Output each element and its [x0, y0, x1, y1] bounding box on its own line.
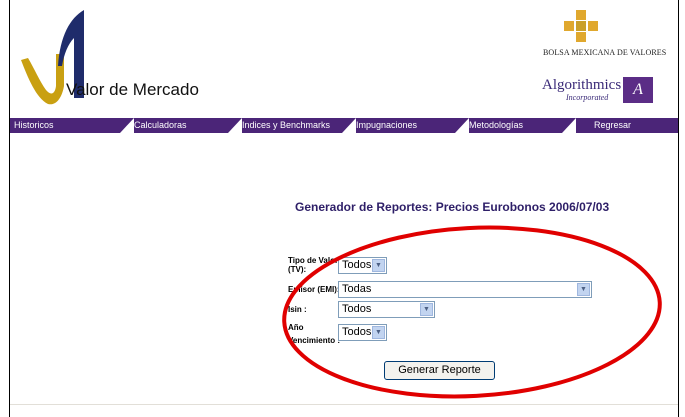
generar-reporte-button[interactable]: Generar Reporte	[384, 361, 495, 380]
chevron-down-icon[interactable]: ▼	[372, 326, 385, 339]
anio-vencimiento-label: Año Vencimiento :	[288, 323, 341, 345]
partner-name: Algorithmics	[542, 77, 622, 93]
nav-indices[interactable]: Indices y Benchmarks	[242, 118, 330, 133]
bmv-logo-icon	[564, 10, 598, 42]
algorithmics-logo-icon: A	[623, 77, 653, 103]
brand-name: Valor de Mercado	[66, 80, 199, 99]
isin-label: Isin :	[288, 305, 307, 314]
emisor-select[interactable]: Todas ▼	[338, 281, 592, 298]
chevron-down-icon[interactable]: ▼	[372, 259, 385, 272]
nav-divider-icon	[455, 118, 469, 133]
nav-metodologias[interactable]: Metodologías	[469, 118, 523, 133]
isin-select[interactable]: Todos ▼	[338, 301, 435, 318]
nav-divider-icon	[562, 118, 576, 133]
emisor-label: Emisor (EMI):	[288, 285, 340, 294]
nav-divider-icon	[120, 118, 134, 133]
main-nav: Historicos Calculadoras Indices y Benchm…	[10, 118, 678, 133]
nav-divider-icon	[228, 118, 242, 133]
report-title: Generador de Reportes: Precios Eurobonos…	[295, 200, 610, 214]
bmv-text: BOLSA MEXICANA DE VALORES	[543, 48, 667, 57]
nav-calculadoras[interactable]: Calculadoras	[134, 118, 187, 133]
nav-impugnaciones[interactable]: Impugnaciones	[356, 118, 417, 133]
chevron-down-icon[interactable]: ▼	[420, 303, 433, 316]
chevron-down-icon[interactable]: ▼	[577, 283, 590, 296]
footer-divider	[10, 404, 678, 405]
nav-historicos[interactable]: Historicos	[14, 118, 54, 133]
anio-vencimiento-select[interactable]: Todos ▼	[338, 324, 387, 341]
partner-sub: Incorporated	[566, 93, 609, 102]
nav-regresar[interactable]: Regresar	[594, 118, 631, 133]
tipo-valor-label: Tipo de Valor (TV):	[288, 256, 339, 274]
tipo-valor-select[interactable]: Todos ▼	[338, 257, 387, 274]
nav-divider-icon	[342, 118, 356, 133]
